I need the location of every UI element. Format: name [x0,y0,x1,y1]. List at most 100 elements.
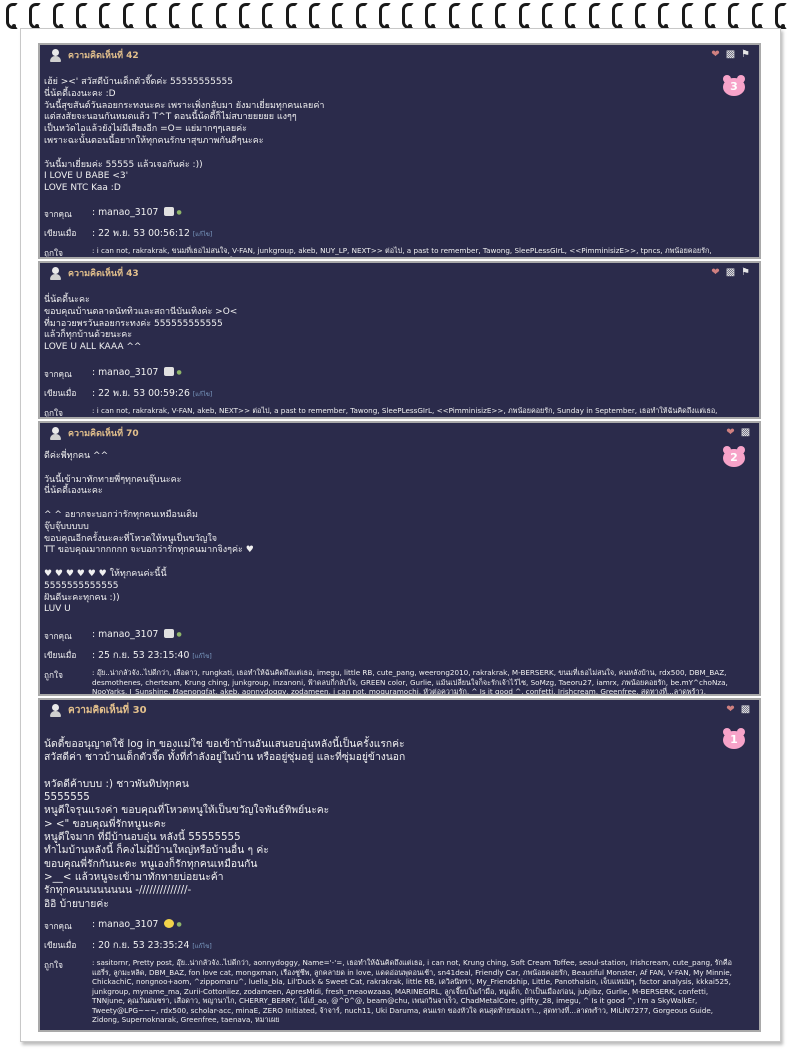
post-date: : 22 พ.ย. 53 00:59:26 [92,388,190,399]
binding-ring [262,3,275,29]
from-label: จากคุณ [44,631,72,641]
trash-icon[interactable]: ▩ [725,267,736,278]
comment-header: ความคิดเห็นที่ 30 [40,700,759,720]
likers-list: : sasitornr, Pretty post, อุ๊ย..น่ากลัวจ… [92,958,732,1024]
user-icon [49,266,62,280]
binding-ring [448,3,461,29]
heart-icon[interactable]: ❤ [725,427,736,438]
from-label: จากคุณ [44,369,72,379]
likers-list: : อุ๊ย..น่ากลัวจัง..ไปดีกว่า, เสือดาว, r… [92,668,728,696]
likes-label: ถูกใจ [44,408,63,418]
binding-ring [495,3,508,29]
binding-ring [728,3,741,29]
binding-ring [215,3,228,29]
binding-ring [751,3,764,29]
status-icon: ● [176,921,182,928]
edit-link[interactable]: [แก้ไข] [192,653,211,660]
date-label: เขียนเมื่อ [44,228,77,238]
edit-link[interactable]: [แก้ไข] [193,391,212,398]
heart-icon[interactable]: ❤ [710,49,721,60]
binding-ring [285,3,298,29]
date-label: เขียนเมื่อ [44,940,77,950]
comment-post-30: ความคิดเห็นที่ 30 ❤ ▩ 1 น้ดดี้ขออนุญาตใช… [38,698,761,1032]
binding-ring [308,3,321,29]
likes-label: ถูกใจ [44,960,63,970]
comment-post-43: ความคิดเห็นที่ 43 ❤ ▩ ⚑ นี่น้ดดี้นะคะ ขอ… [38,261,761,419]
binding-ring [565,3,578,29]
user-icon [49,426,62,440]
post-date: : 20 ก.ย. 53 23:35:24 [92,940,190,951]
trash-icon[interactable]: ▩ [725,49,736,60]
comment-body: ดีค่ะพี่ทุกคน ^^ วันนี้เข้ามาทักทายพี่ๆท… [44,451,254,615]
binding-ring [29,3,42,29]
binding-ring [541,3,554,29]
rank-badge: 2 [721,446,747,468]
binding-ring [425,3,438,29]
profile-icon[interactable] [164,629,175,638]
binding-ring [75,3,88,29]
heart-icon[interactable]: ❤ [710,267,721,278]
binding-ring [332,3,345,29]
binding-ring [658,3,671,29]
edit-link[interactable]: [แก้ไข] [193,231,212,238]
from-label: จากคุณ [44,921,72,931]
status-icon: ● [176,631,182,638]
user-icon [49,703,62,717]
binding-ring [99,3,112,29]
comment-title: ความคิดเห็นที่ 42 [68,51,139,61]
likers-list: : i can not, rakrakrak, V-FAN, akeb, NEX… [92,406,718,417]
author-link[interactable]: : manao_3107 [92,919,158,930]
edit-link[interactable]: [แก้ไข] [192,943,211,950]
smiley-icon [164,919,175,928]
comment-meta: จากคุณ : manao_3107 ● เขียนเมื่อ : 22 พ.ย… [44,367,734,418]
comment-tools: ❤ ▩ [725,427,751,438]
user-icon [49,48,62,62]
post-date: : 22 พ.ย. 53 00:56:12 [92,228,190,239]
binding-ring [635,3,648,29]
likes-label: ถูกใจ [44,248,63,258]
binding-ring [705,3,717,29]
status-icon: ● [176,209,182,216]
comment-meta: จากคุณ : manao_3107 ● เขียนเมื่อ : 25 ก.ย… [44,629,734,696]
author-link[interactable]: : manao_3107 [92,367,158,378]
binding-ring [774,3,787,29]
binding-ring [472,3,484,29]
binding-ring [169,3,182,29]
binding-ring [239,3,251,29]
comment-title: ความคิดเห็นที่ 30 [68,704,147,716]
status-icon: ● [176,369,182,376]
binding-ring [52,3,65,29]
profile-icon[interactable] [164,367,175,376]
binding-ring [588,3,601,29]
post-date: : 25 ก.ย. 53 23:15:40 [92,650,190,661]
binding-ring [518,3,531,29]
binding-ring [378,3,391,29]
comment-body: น้ดดี้ขออนุญาตใช้ log in ของแม่ใช่ ขอเข้… [44,738,406,910]
trash-icon[interactable]: ▩ [740,704,751,715]
trash-icon[interactable]: ▩ [740,427,751,438]
likers-list: : i can not, rakrakrak, ขนมที่เธอไม่สนใจ… [92,246,712,257]
rank-badge: 1 [721,728,747,750]
comment-header: ความคิดเห็นที่ 43 [40,263,759,283]
binding-ring [681,3,694,29]
comment-tools: ❤ ▩ ⚑ [710,49,751,60]
comment-post-70: ความคิดเห็นที่ 70 ❤ ▩ 2 ดีค่ะพี่ทุกคน ^^… [38,421,761,696]
binding-ring [192,3,205,29]
comment-body: นี่น้ดดี้นะคะ ขอบคุณบ้านตลาดนัททิวและสถา… [44,295,238,353]
date-label: เขียนเมื่อ [44,388,77,398]
binding-ring [611,3,624,29]
heart-icon[interactable]: ❤ [725,704,736,715]
binding-ring [402,3,415,29]
report-icon[interactable]: ⚑ [740,49,751,60]
comment-post-42: ความคิดเห็นที่ 42 ❤ ▩ ⚑ 3 เฮ้ย่ ><' สวัส… [38,43,761,259]
comment-title: ความคิดเห็นที่ 70 [68,429,139,439]
report-icon[interactable]: ⚑ [740,267,751,278]
comment-header: ความคิดเห็นที่ 70 [40,423,759,443]
binding-ring [145,3,158,29]
author-link[interactable]: : manao_3107 [92,207,158,218]
from-label: จากคุณ [44,209,72,219]
author-link[interactable]: : manao_3107 [92,629,158,640]
profile-icon[interactable] [164,207,175,216]
comment-meta: จากคุณ : manao_3107 ● เขียนเมื่อ : 20 ก.ย… [44,919,734,1030]
binding-ring [6,3,18,29]
